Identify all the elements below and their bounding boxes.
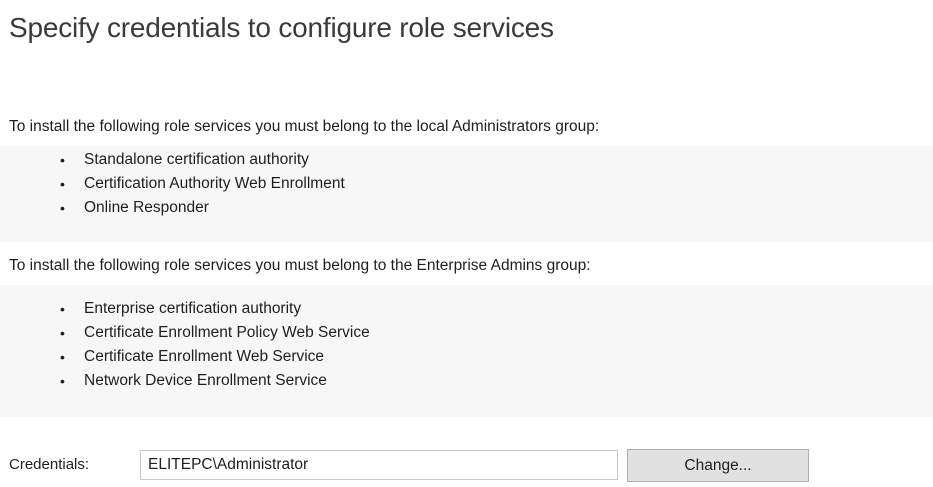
enterprise-admin-role-list: • Enterprise certification authority • Cer…: [60, 297, 370, 393]
list-item-label: Online Responder: [84, 199, 209, 216]
change-credentials-button[interactable]: Change...: [627, 449, 809, 482]
bullet-icon: •: [60, 349, 65, 365]
list-item: • Certification Authority Web Enrollment: [60, 172, 345, 196]
bullet-icon: •: [60, 176, 65, 192]
bullet-icon: •: [60, 152, 65, 168]
enterprise-admin-intro: To install the following role services y…: [9, 257, 591, 274]
list-item: • Online Responder: [60, 196, 345, 220]
bullet-icon: •: [60, 200, 65, 216]
local-admin-role-list: • Standalone certification authority • Cer…: [60, 148, 345, 220]
local-admin-intro: To install the following role services y…: [9, 118, 600, 135]
list-item: • Certificate Enrollment Web Service: [60, 345, 370, 369]
list-item-label: Certificate Enrollment Policy Web Servic…: [84, 324, 370, 341]
credentials-label: Credentials:: [9, 456, 90, 473]
list-item-label: Standalone certification authority: [84, 151, 309, 168]
list-item: • Enterprise certification authority: [60, 297, 370, 321]
bullet-icon: •: [60, 325, 65, 341]
list-item: • Certificate Enrollment Policy Web Servi…: [60, 321, 370, 345]
list-item-label: Enterprise certification authority: [84, 300, 302, 317]
page-title: Specify credentials to configure role se…: [9, 12, 554, 43]
credentials-field[interactable]: ELITEPC\Administrator: [140, 450, 618, 480]
list-item: • Network Device Enrollment Service: [60, 369, 370, 393]
list-item-label: Network Device Enrollment Service: [84, 372, 327, 389]
list-item-label: Certification Authority Web Enrollment: [84, 175, 345, 192]
bullet-icon: •: [60, 301, 65, 317]
bullet-icon: •: [60, 373, 65, 389]
list-item: • Standalone certification authority: [60, 148, 345, 172]
list-item-label: Certificate Enrollment Web Service: [84, 348, 325, 365]
